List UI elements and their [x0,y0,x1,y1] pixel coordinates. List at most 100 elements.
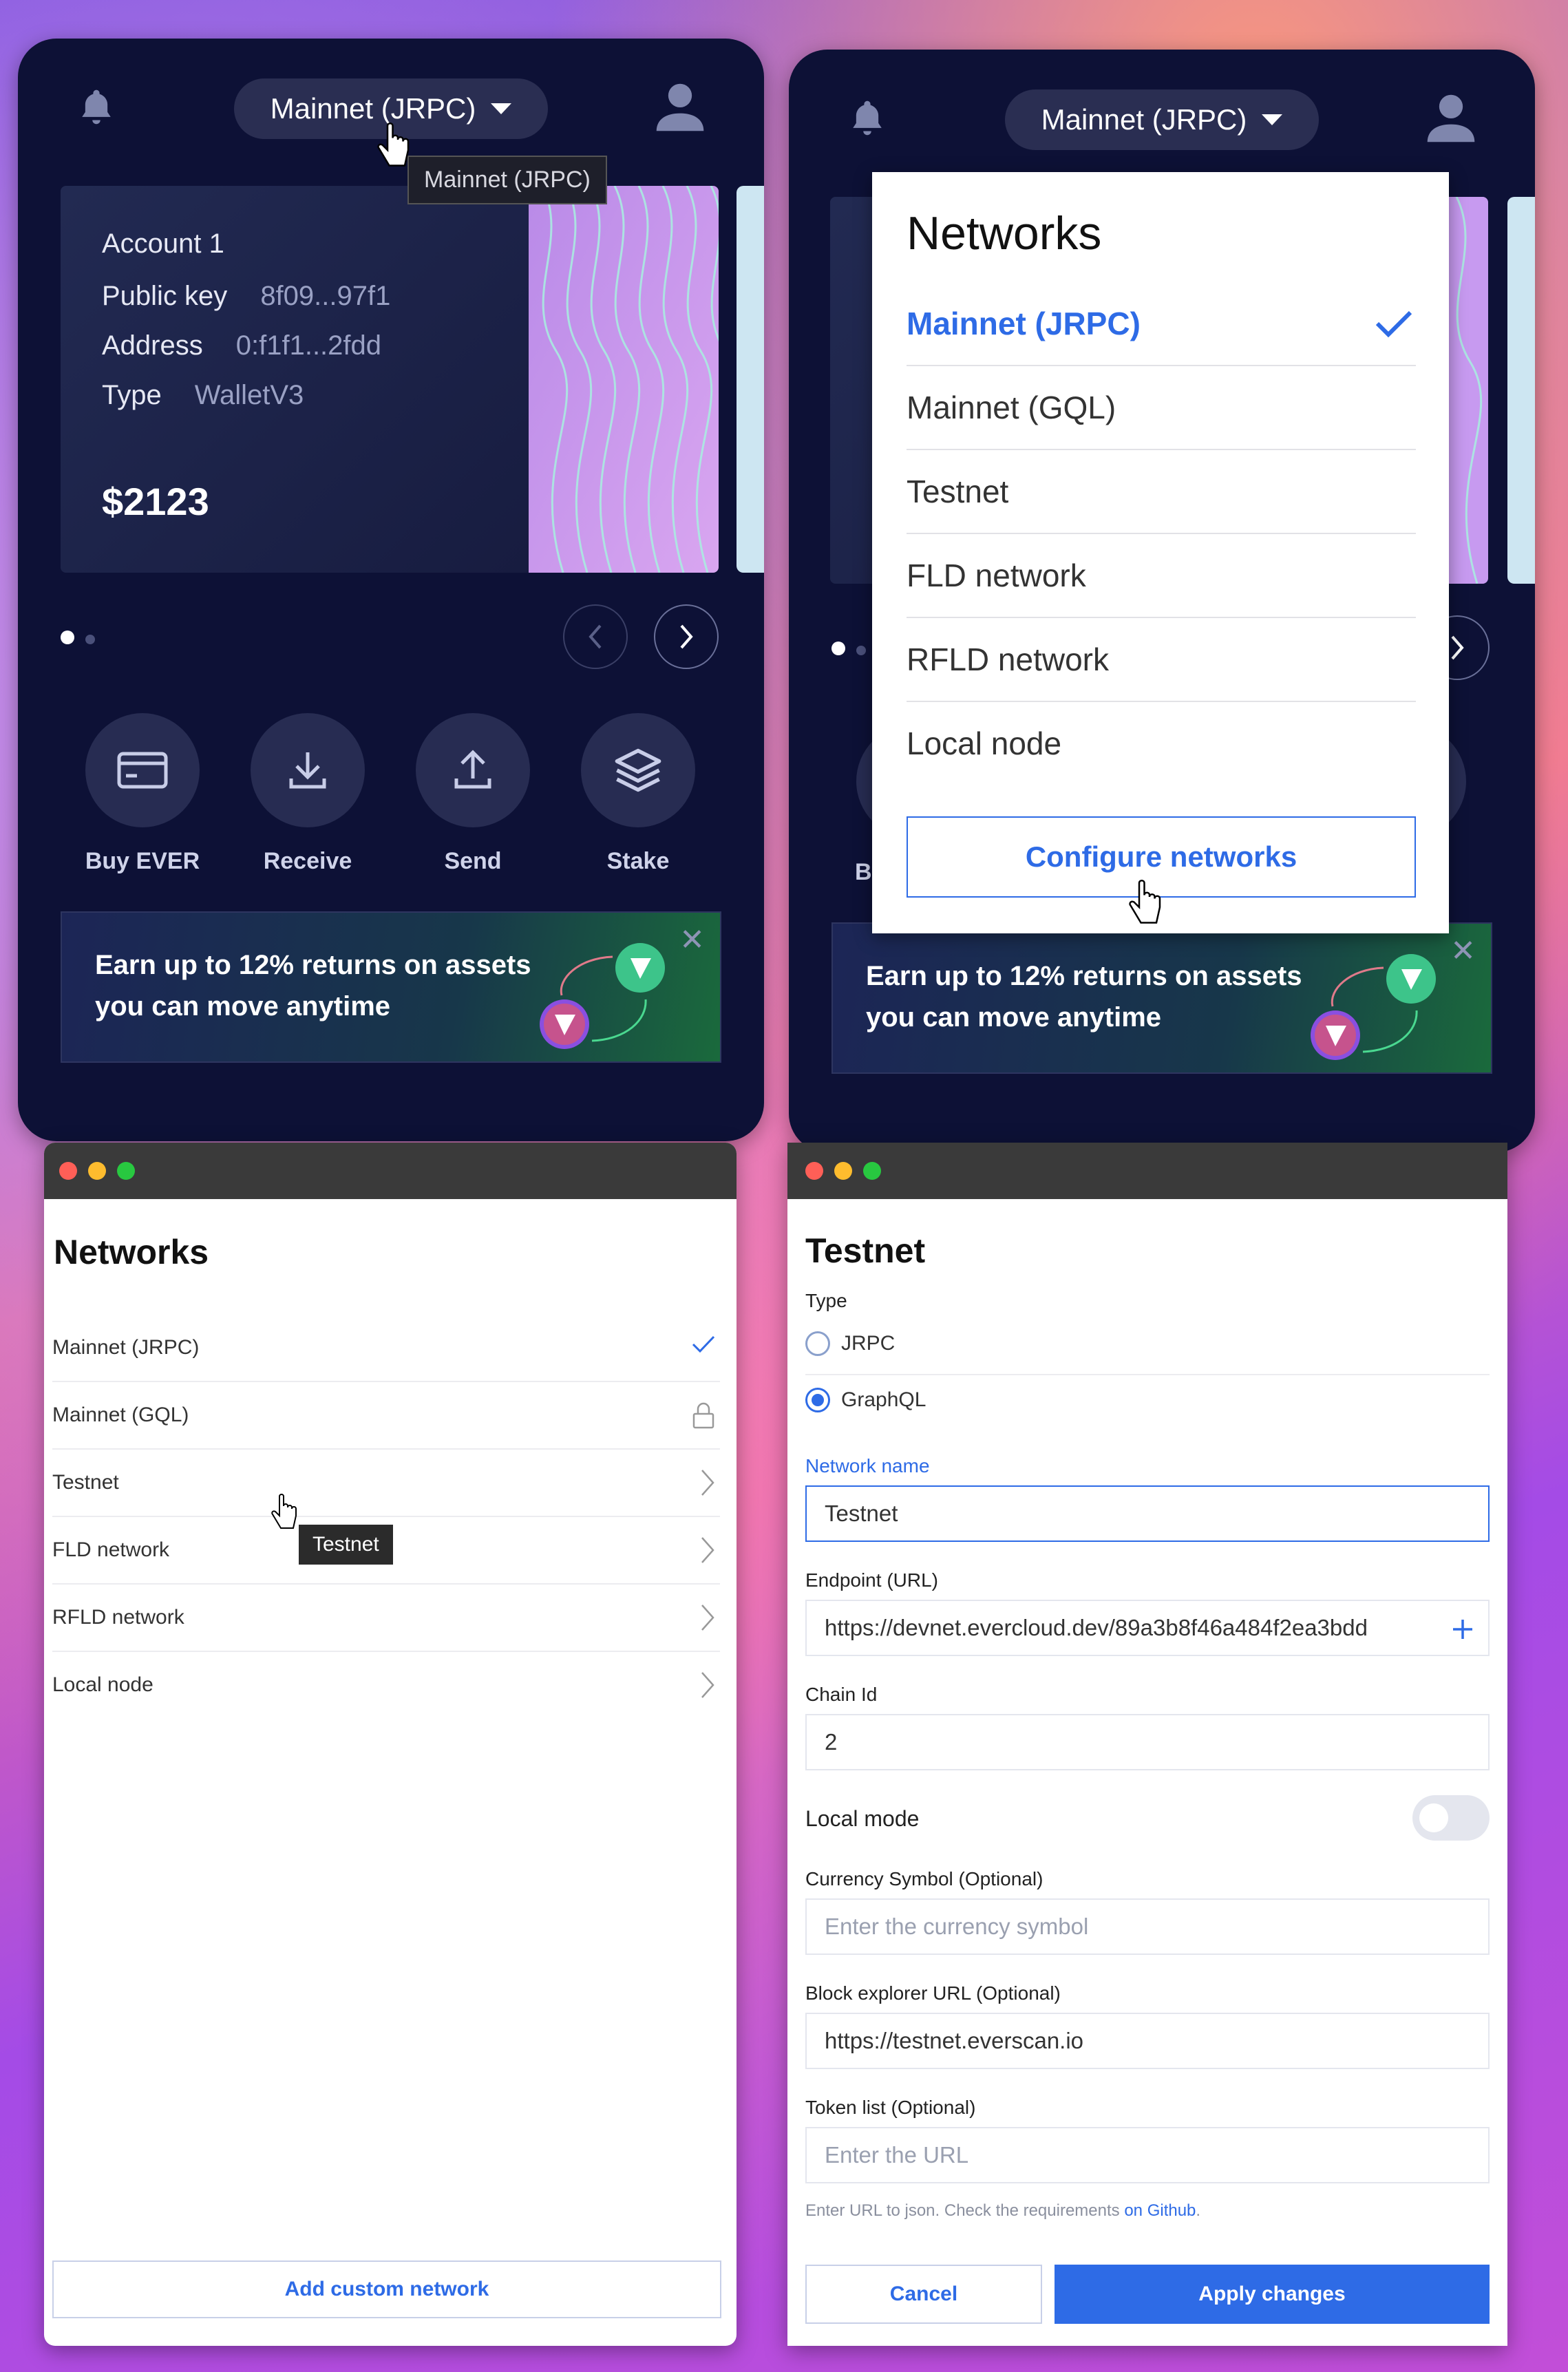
account-info: Account 1 Public key 8f09...97f1 Address 0… [61,186,529,573]
bell-icon[interactable] [848,98,887,139]
carousel-prev-button[interactable] [563,604,628,669]
type-radio-jrpc[interactable]: JRPC [805,1331,895,1356]
send-button[interactable] [416,713,530,827]
minimize-window-button[interactable] [88,1162,106,1180]
radio-graphql[interactable] [805,1388,830,1412]
dropdown-item-label: Testnet [907,474,1009,509]
local-mode-toggle[interactable] [1412,1795,1490,1841]
network-item-mainnet-gql[interactable]: Mainnet (GQL) [52,1382,720,1450]
next-account-card-peek[interactable] [737,186,764,573]
wallet-panel-left: Mainnet (JRPC) Account 1 Public key 8f09.… [18,39,764,1141]
maximize-window-button[interactable] [117,1162,135,1180]
address-row: Address 0:f1f1...2fdd [102,330,381,361]
layers-icon [615,748,661,792]
network-item-mainnet-jrpc[interactable]: Mainnet (JRPC) [52,1315,720,1382]
bell-icon[interactable] [77,87,116,128]
dropdown-title: Networks [907,207,1102,260]
chevron-right-icon [680,624,693,649]
promo-close-icon[interactable]: ✕ [679,925,705,955]
carousel-dot-active[interactable] [831,642,845,655]
account-balance: $2123 [102,480,209,523]
staking-promo-banner[interactable]: Earn up to 12% returns on assets you can… [61,911,721,1063]
local-mode-label: Local mode [805,1806,920,1831]
dropdown-item-testnet[interactable]: Testnet [907,450,1416,534]
network-item-testnet[interactable]: Testnet [52,1450,720,1517]
buy-ever-label: Buy EVER [85,848,200,874]
network-item-label: Testnet [52,1471,119,1494]
hint-text: Enter URL to json. Check the requirement… [805,2201,1125,2220]
profile-icon[interactable] [1426,91,1476,146]
token-swap-icon [540,943,665,1049]
receive-action[interactable]: Receive [249,713,366,875]
add-custom-network-button[interactable]: Add custom network [52,2260,721,2318]
endpoint-label: Endpoint (URL) [805,1569,938,1591]
currency-symbol-placeholder: Enter the currency symbol [825,1914,1089,1939]
upload-icon [454,750,491,789]
token-swap-icon [1311,954,1436,1060]
check-icon [692,1335,715,1353]
promo-text: Earn up to 12% returns on assets you can… [866,961,1302,1033]
block-explorer-input[interactable]: https://testnet.everscan.io [805,2013,1490,2069]
dropdown-item-mainnet-jrpc[interactable]: Mainnet (JRPC) [907,282,1416,366]
carousel-dot[interactable] [85,635,95,644]
chevron-right-icon [701,1672,714,1698]
apply-changes-button[interactable]: Apply changes [1055,2265,1490,2324]
send-action[interactable]: Send [414,713,531,875]
network-name-input[interactable]: Testnet [805,1485,1490,1542]
dropdown-item-fld-network[interactable]: FLD network [907,534,1416,618]
carousel-dot[interactable] [856,646,866,655]
promo-close-icon[interactable]: ✕ [1450,936,1476,966]
network-item-rfld-network[interactable]: RFLD network [52,1585,720,1652]
add-endpoint-icon[interactable] [1451,1618,1474,1641]
endpoint-input[interactable]: https://devnet.evercloud.dev/89a3b8f46a4… [805,1600,1490,1656]
minimize-window-button[interactable] [834,1162,852,1180]
github-link[interactable]: on Github [1124,2201,1196,2220]
network-item-label: Mainnet (GQL) [52,1404,189,1426]
network-item-label: RFLD network [52,1606,184,1629]
token-list-placeholder: Enter the URL [825,2142,969,2168]
type-radio-graphql[interactable]: GraphQL [805,1388,926,1412]
token-list-label: Token list (Optional) [805,2097,976,2118]
chevron-right-icon [701,1470,714,1496]
network-item-label: Mainnet (JRPC) [52,1336,200,1359]
dropdown-item-label: RFLD network [907,642,1109,677]
profile-icon[interactable] [655,80,705,135]
token-list-input[interactable]: Enter the URL [805,2127,1490,2183]
toggle-knob [1419,1803,1448,1832]
dropdown-item-local-node[interactable]: Local node [907,702,1416,785]
network-item-local-node[interactable]: Local node [52,1652,720,1718]
window-titlebar [787,1143,1507,1199]
account-card[interactable]: Account 1 Public key 8f09...97f1 Address 0… [61,186,719,573]
cancel-button[interactable]: Cancel [805,2265,1042,2324]
close-window-button[interactable] [805,1162,823,1180]
buy-ever-button[interactable] [85,713,200,827]
download-icon [289,752,326,789]
stake-label: Stake [606,848,670,874]
card-icon [117,752,168,789]
chain-id-value: 2 [825,1729,838,1755]
stake-button[interactable] [581,713,695,827]
chain-id-label: Chain Id [805,1684,878,1705]
carousel-dot-active[interactable] [61,631,74,644]
maximize-window-button[interactable] [863,1162,881,1180]
next-account-card-peek[interactable] [1507,197,1535,584]
carousel-next-button[interactable] [654,604,719,669]
receive-button[interactable] [251,713,365,827]
token-list-hint: Enter URL to json. Check the requirement… [805,2201,1200,2221]
radio-jrpc[interactable] [805,1331,830,1356]
window-titlebar [44,1143,737,1199]
network-selector[interactable]: Mainnet (JRPC) [1005,89,1319,150]
dropdown-item-mainnet-gql[interactable]: Mainnet (GQL) [907,366,1416,450]
staking-promo-banner[interactable]: Earn up to 12% returns on assets you can… [831,922,1492,1074]
close-window-button[interactable] [59,1162,77,1180]
divider [805,1374,1490,1375]
chevron-right-icon [701,1537,714,1563]
chain-id-input[interactable]: 2 [805,1714,1490,1770]
currency-symbol-input[interactable]: Enter the currency symbol [805,1898,1490,1955]
stake-action[interactable]: Stake [580,713,697,875]
buy-ever-action[interactable]: Buy EVER [84,713,201,875]
dropdown-item-rfld-network[interactable]: RFLD network [907,618,1416,702]
endpoint-value: https://devnet.evercloud.dev/89a3b8f46a4… [825,1615,1368,1640]
type-label: Type [805,1290,847,1311]
network-selector-label: Mainnet (JRPC) [1041,103,1247,136]
